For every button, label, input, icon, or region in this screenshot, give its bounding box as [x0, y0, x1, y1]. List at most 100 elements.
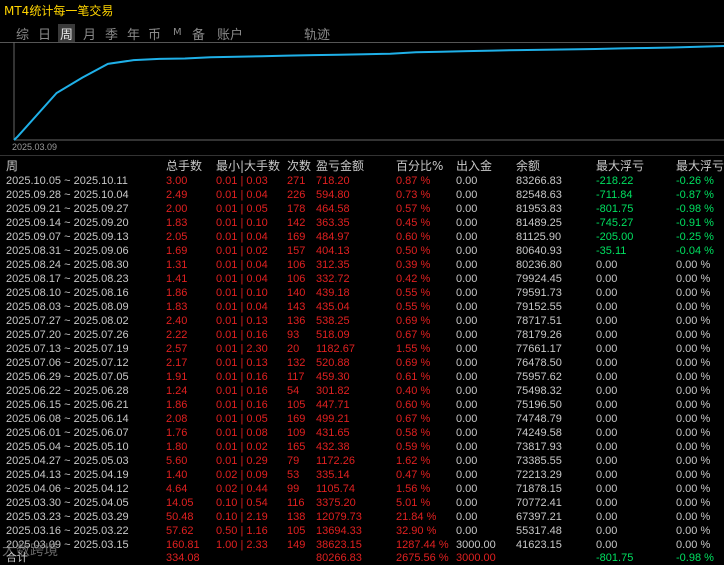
- cell-minmax: 0.01 | 0.29: [216, 455, 268, 467]
- cell-max-float: 0.00: [596, 539, 618, 551]
- cell-balance: 73385.55: [516, 455, 562, 467]
- table-row: 2025.06.01 ~ 2025.06.07 1.76 0.01 | 0.08 10…: [0, 426, 724, 440]
- cell-period: 2025.08.31 ~ 2025.09.06: [6, 245, 129, 257]
- cell-pct: 0.69 %: [396, 315, 431, 327]
- cell-max-float-pct: 0.00 %: [676, 413, 711, 425]
- table-row: 2025.08.31 ~ 2025.09.06 1.69 0.01 | 0.02 15…: [0, 244, 724, 258]
- cell-max-float: 0.00: [596, 399, 618, 411]
- tab-account[interactable]: 账户: [217, 24, 243, 43]
- cell-balance: 76478.50: [516, 357, 562, 369]
- cell-max-float-pct: 0.00 %: [676, 385, 711, 397]
- cell-max-float: 0.00: [596, 497, 618, 509]
- cell-pct: 0.59 %: [396, 441, 431, 453]
- cell-flow: 0.00: [456, 301, 478, 313]
- cell-minmax: 0.01 | 0.04: [216, 273, 268, 285]
- cell-minmax: 0.01 | 0.10: [216, 287, 268, 299]
- cell-max-float: 0.00: [596, 301, 618, 313]
- table-row: 2025.07.06 ~ 2025.07.12 2.17 0.01 | 0.13 13…: [0, 356, 724, 370]
- cell-pct: 0.40 %: [396, 385, 431, 397]
- cell-pnl: 404.13: [316, 245, 350, 257]
- cell-flow: 3000.00: [456, 539, 496, 551]
- cell-balance: 70772.41: [516, 497, 562, 509]
- chart-x-start-label: 2025.03.09: [12, 142, 57, 152]
- cell-count: 106: [287, 273, 306, 285]
- table-row: 2025.08.03 ~ 2025.08.09 1.83 0.01 | 0.04 14…: [0, 300, 724, 314]
- cell-pct: 0.55 %: [396, 287, 431, 299]
- cell-count: 20: [287, 343, 300, 355]
- cell-balance: 55317.48: [516, 525, 562, 537]
- cell-max-float: 0.00: [596, 273, 618, 285]
- cell-count: 105: [287, 525, 306, 537]
- cell-period: 2025.05.04 ~ 2025.05.10: [6, 441, 129, 453]
- tab-month[interactable]: 月: [83, 24, 96, 43]
- table-row: 2025.04.06 ~ 2025.04.12 4.64 0.02 | 0.44 99…: [0, 482, 724, 496]
- cell-period: 2025.03.16 ~ 2025.03.22: [6, 525, 129, 537]
- cell-minmax: 0.01 | 0.04: [216, 301, 268, 313]
- cell-balance: 77661.17: [516, 343, 562, 355]
- cell-max-float-pct: 0.00 %: [676, 301, 711, 313]
- cell-pct: 0.69 %: [396, 357, 431, 369]
- cell-pnl: 1105.74: [316, 483, 355, 495]
- cell-balance: 79924.45: [516, 273, 562, 285]
- header-minmax: 最小|大手数: [216, 159, 281, 173]
- cell-pct: 0.42 %: [396, 273, 431, 285]
- cell-balance: 81489.25: [516, 217, 562, 229]
- cell-max-float: -745.27: [596, 217, 634, 229]
- cell-pct: 0.57 %: [396, 203, 431, 215]
- cell-max-float-pct: 0.00 %: [676, 483, 711, 495]
- cell-count: 116: [287, 497, 305, 509]
- cell-max-float: 0.00: [596, 371, 618, 383]
- cell-pnl: 464.58: [316, 203, 350, 215]
- cell-count: 106: [287, 259, 306, 271]
- cell-count: 157: [287, 245, 306, 257]
- tab-day[interactable]: 日: [38, 24, 51, 43]
- cell-lots: 57.62: [166, 525, 194, 537]
- cell-flow: 0.00: [456, 245, 478, 257]
- tab-trajectory[interactable]: 轨迹: [304, 24, 330, 43]
- cell-minmax: 0.01 | 0.03: [216, 175, 268, 187]
- table-row: 2025.08.10 ~ 2025.08.16 1.86 0.01 | 0.10 14…: [0, 286, 724, 300]
- cell-lots: 3.00: [166, 175, 188, 187]
- cell-flow: 0.00: [456, 497, 478, 509]
- cell-lots: 2.40: [166, 315, 188, 327]
- cell-pnl: 447.71: [316, 399, 350, 411]
- tab-quarter[interactable]: 季: [105, 24, 118, 43]
- cell-minmax: 0.01 | 0.16: [216, 329, 268, 341]
- tab-magic[interactable]: M: [173, 27, 182, 38]
- table-row: 2025.09.07 ~ 2025.09.13 2.05 0.01 | 0.04 16…: [0, 230, 724, 244]
- tab-notes[interactable]: 备: [192, 24, 205, 43]
- cell-max-float: 0.00: [596, 259, 618, 271]
- cell-flow: 0.00: [456, 441, 478, 453]
- cell-max-float-pct: 0.00 %: [676, 329, 711, 341]
- cell-pct: 1.62 %: [396, 455, 431, 467]
- tab-summary[interactable]: 综: [16, 24, 29, 43]
- cell-flow: 0.00: [456, 203, 478, 215]
- cell-period: 2025.06.22 ~ 2025.06.28: [6, 385, 129, 397]
- tab-currency[interactable]: 币: [148, 24, 161, 43]
- cell-balance: 74249.58: [516, 427, 562, 439]
- cell-minmax: 0.01 | 0.04: [216, 189, 268, 201]
- cell-lots: 1.86: [166, 399, 188, 411]
- cell-balance: 79152.55: [516, 301, 562, 313]
- cell-lots: 1.76: [166, 427, 188, 439]
- cell-minmax: 0.01 | 2.30: [216, 343, 268, 355]
- cell-max-float: 0.00: [596, 469, 618, 481]
- cell-max-float: -218.22: [596, 175, 634, 187]
- cell-pnl: 301.82: [316, 385, 350, 397]
- cell-count: 226: [287, 189, 306, 201]
- cell-pnl: 439.18: [316, 287, 350, 299]
- totals-max-float-pct: -0.98 %: [676, 552, 714, 564]
- cell-lots: 1.31: [166, 259, 188, 271]
- header-lots: 总手数: [166, 159, 203, 173]
- cell-balance: 75498.32: [516, 385, 562, 397]
- cell-flow: 0.00: [456, 455, 478, 467]
- cell-minmax: 0.50 | 1.16: [216, 525, 268, 537]
- cell-pnl: 459.30: [316, 371, 350, 383]
- cell-lots: 4.64: [166, 483, 188, 495]
- tab-year[interactable]: 年: [127, 24, 140, 43]
- tab-week[interactable]: 周: [58, 24, 76, 43]
- cell-max-float-pct: 0.00 %: [676, 273, 711, 285]
- cell-flow: 0.00: [456, 343, 478, 355]
- cell-max-float: 0.00: [596, 427, 618, 439]
- cell-flow: 0.00: [456, 273, 478, 285]
